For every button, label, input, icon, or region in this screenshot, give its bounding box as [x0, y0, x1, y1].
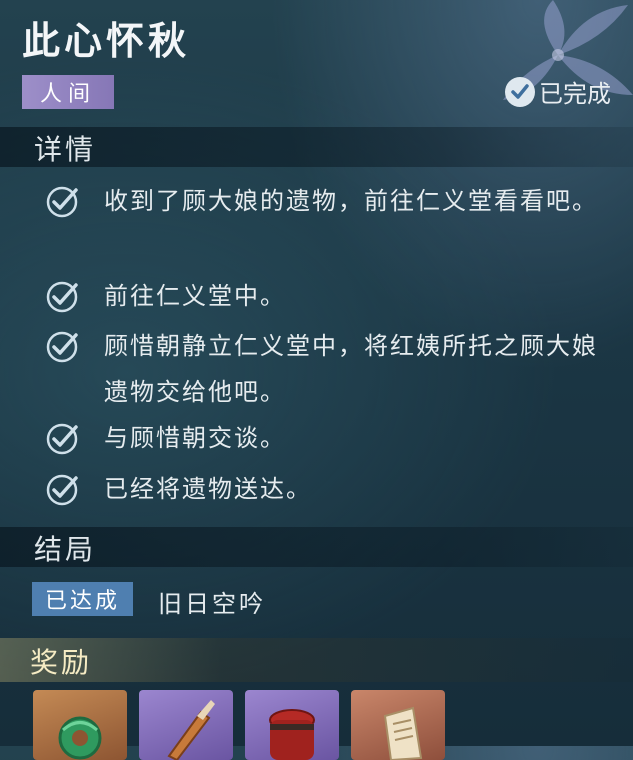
reward-slot[interactable] — [351, 690, 445, 760]
check-icon — [46, 474, 78, 506]
objective-text: 前往仁义堂中。 — [104, 282, 286, 310]
details-heading: 详情 — [34, 133, 97, 166]
objective-item: 与顾惜朝交谈。 — [44, 415, 614, 461]
objective-item: 前往仁义堂中。 — [44, 273, 614, 319]
check-circle-icon — [505, 76, 535, 107]
objective-item: 已经将遗物送达。 — [44, 466, 614, 512]
paper-scroll-icon — [383, 706, 423, 760]
objective-item: 顾惜朝静立仁义堂中，将红姨所托之顾大娘遗物交给他吧。 — [44, 323, 614, 415]
reward-slot[interactable] — [33, 690, 127, 760]
reward-slot[interactable] — [245, 690, 339, 760]
check-icon — [46, 186, 78, 218]
red-jar-icon — [269, 709, 315, 760]
objective-text: 与顾惜朝交谈。 — [104, 424, 286, 452]
rewards-heading: 奖励 — [30, 646, 93, 679]
ending-heading: 结局 — [34, 533, 97, 566]
quest-status: 已完成 — [505, 74, 611, 109]
reward-slot[interactable] — [139, 690, 233, 760]
objective-item: 收到了顾大娘的遗物，前往仁义堂看看吧。 — [44, 178, 614, 224]
ending-name[interactable]: 旧日空吟 — [158, 584, 266, 619]
rewards-header-bar — [0, 638, 633, 682]
check-icon — [46, 423, 78, 455]
objective-text: 收到了顾大娘的遗物，前往仁义堂看看吧。 — [104, 187, 598, 215]
objective-text: 顾惜朝静立仁义堂中，将红姨所托之顾大娘遗物交给他吧。 — [104, 332, 598, 406]
feather-quill-icon — [167, 700, 215, 760]
check-icon — [46, 331, 78, 363]
ending-achieved-tag: 已达成 — [32, 582, 133, 616]
status-label: 已完成 — [539, 80, 611, 108]
quest-category-tag: 人间 — [22, 75, 114, 109]
check-icon — [46, 281, 78, 313]
objective-text: 已经将遗物送达。 — [104, 475, 312, 503]
jade-pendant-icon — [58, 716, 102, 760]
quest-title: 此心怀秋 — [22, 19, 191, 63]
